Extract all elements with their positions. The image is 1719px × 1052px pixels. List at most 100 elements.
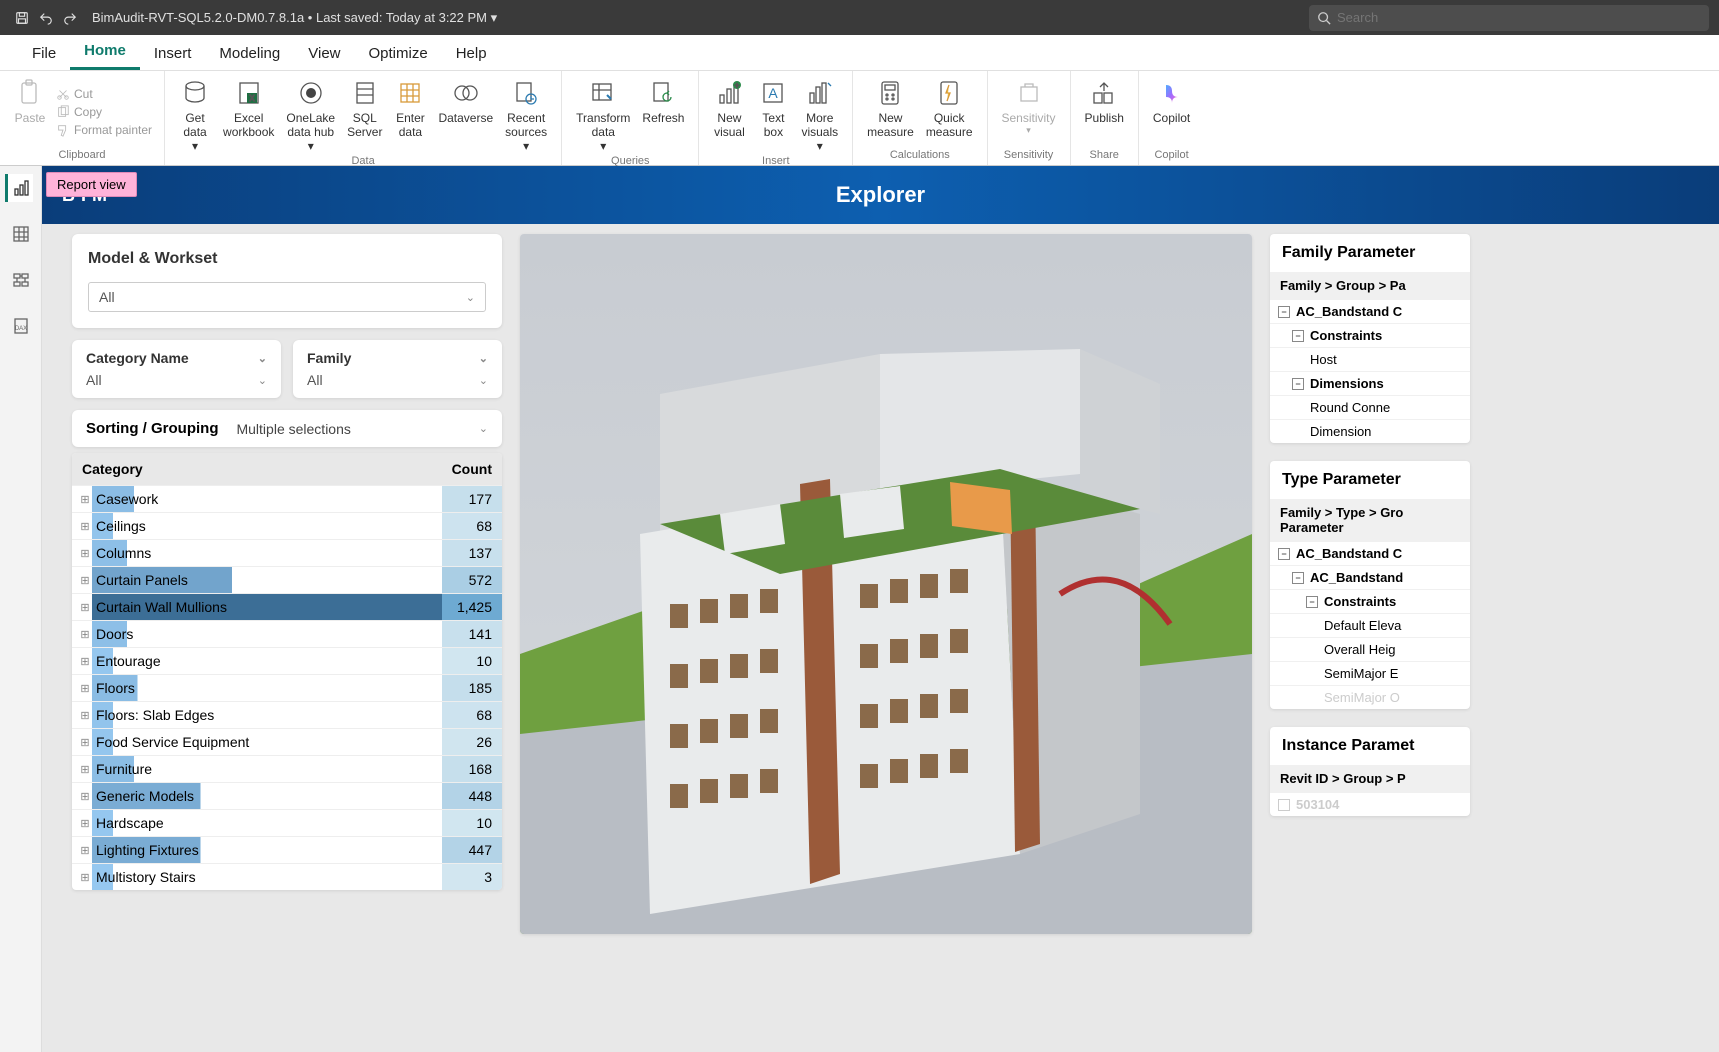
menu-optimize[interactable]: Optimize [355,37,442,70]
onelake-button[interactable]: OneLake data hub▾ [280,75,341,155]
search-box[interactable] [1309,5,1709,31]
expand-icon[interactable]: ⊞ [72,758,92,781]
model-workset-dropdown[interactable]: All⌄ [88,282,486,312]
expand-icon[interactable]: ⊞ [72,839,92,862]
ribbon-group-insert: +New visual AText box More visuals▾ Inse… [699,71,853,165]
table-row[interactable]: ⊞ Columns 137 [72,539,502,566]
model-workset-card: Model & Workset All⌄ [72,234,502,328]
menu-help[interactable]: Help [442,37,501,70]
redo-icon[interactable] [58,6,82,30]
expand-icon[interactable]: ⊞ [72,866,92,889]
undo-icon[interactable] [34,6,58,30]
text-box-button[interactable]: AText box [751,75,795,155]
tree-item[interactable]: Dimension [1270,419,1470,443]
menu-file[interactable]: File [18,37,70,70]
menu-view[interactable]: View [294,37,354,70]
rail-table-view[interactable] [7,220,35,248]
tree-item[interactable]: −Constraints [1270,323,1470,347]
expand-icon[interactable]: ⊞ [72,515,92,538]
tree-item[interactable]: −AC_Bandstand C [1270,299,1470,323]
format-painter-button[interactable]: Format painter [52,121,156,139]
table-header-category[interactable]: Category [82,461,422,477]
expand-icon[interactable]: ⊞ [72,812,92,835]
dataverse-button[interactable]: Dataverse [432,75,499,155]
recent-sources-button[interactable]: Recent sources▾ [499,75,553,155]
new-visual-button[interactable]: +New visual [707,75,751,155]
tree-item[interactable]: Overall Heig [1270,637,1470,661]
category-cell: Entourage [92,648,442,674]
copilot-button[interactable]: Copilot [1147,75,1196,149]
tree-item[interactable]: SemiMajor E [1270,661,1470,685]
tree-item[interactable]: 503104 [1270,792,1470,816]
refresh-button[interactable]: Refresh [636,75,690,155]
rail-report-view[interactable] [5,174,33,202]
chevron-down-icon: ⌄ [466,291,475,304]
copy-button[interactable]: Copy [52,103,156,121]
family-filter-value[interactable]: All⌄ [307,372,488,388]
expand-icon[interactable]: ⊞ [72,704,92,727]
publish-button[interactable]: Publish [1079,75,1130,149]
save-icon[interactable] [10,6,34,30]
expand-icon[interactable]: ⊞ [72,596,92,619]
tree-item[interactable]: Host [1270,347,1470,371]
table-row[interactable]: ⊞ Floors: Slab Edges 68 [72,701,502,728]
table-row[interactable]: ⊞ Casework 177 [72,485,502,512]
publish-icon [1088,77,1120,109]
sorting-dropdown[interactable]: Multiple selections⌄ [236,421,488,437]
tree-item[interactable]: −AC_Bandstand C [1270,541,1470,565]
sensitivity-button[interactable]: Sensitivity▾ [996,75,1062,149]
table-row[interactable]: ⊞ Multistory Stairs 3 [72,863,502,890]
table-row[interactable]: ⊞ Entourage 10 [72,647,502,674]
tree-item[interactable]: Default Eleva [1270,613,1470,637]
category-filter-value[interactable]: All⌄ [86,372,267,388]
expand-icon[interactable]: ⊞ [72,542,92,565]
menu-home[interactable]: Home [70,34,140,70]
rail-dax-view[interactable]: DAX [7,312,35,340]
expand-icon[interactable]: ⊞ [72,569,92,592]
table-row[interactable]: ⊞ Curtain Wall Mullions 1,425 [72,593,502,620]
table-row[interactable]: ⊞ Food Service Equipment 26 [72,728,502,755]
cut-button[interactable]: Cut [52,85,156,103]
expand-icon[interactable]: ⊞ [72,731,92,754]
table-row[interactable]: ⊞ Floors 185 [72,674,502,701]
category-cell: Food Service Equipment [92,729,442,755]
menu-insert[interactable]: Insert [140,37,206,70]
table-row[interactable]: ⊞ Doors 141 [72,620,502,647]
chevron-down-icon[interactable]: ⌄ [258,352,267,365]
excel-button[interactable]: XExcel workbook [217,75,280,155]
tree-item[interactable]: −Dimensions [1270,371,1470,395]
expand-icon[interactable]: ⊞ [72,677,92,700]
quick-measure-button[interactable]: Quick measure [920,75,979,149]
chevron-down-icon: ⌄ [479,422,488,435]
paste-button[interactable]: Paste [8,75,52,149]
count-cell: 177 [442,486,502,512]
category-filter-label: Category Name [86,350,189,366]
transform-data-button[interactable]: Transform data▾ [570,75,636,155]
search-input[interactable] [1337,10,1701,25]
get-data-button[interactable]: Get data▾ [173,75,217,155]
enter-data-button[interactable]: Enter data [388,75,432,155]
more-visuals-button[interactable]: More visuals▾ [795,75,844,155]
table-row[interactable]: ⊞ Generic Models 448 [72,782,502,809]
3d-model-viewer[interactable] [520,234,1252,934]
expand-icon[interactable]: ⊞ [72,488,92,511]
tree-item[interactable]: SemiMajor O [1270,685,1470,709]
new-measure-button[interactable]: New measure [861,75,920,149]
menu-modeling[interactable]: Modeling [205,37,294,70]
tree-item[interactable]: −AC_Bandstand [1270,565,1470,589]
table-row[interactable]: ⊞ Furniture 168 [72,755,502,782]
expand-icon[interactable]: ⊞ [72,785,92,808]
expand-icon[interactable]: ⊞ [72,623,92,646]
tree-item[interactable]: Round Conne [1270,395,1470,419]
table-row[interactable]: ⊞ Ceilings 68 [72,512,502,539]
sql-button[interactable]: SQL Server [341,75,388,155]
table-row[interactable]: ⊞ Lighting Fixtures 447 [72,836,502,863]
expand-icon[interactable]: ⊞ [72,650,92,673]
chevron-down-icon[interactable]: ⌄ [479,352,488,365]
tree-item[interactable]: −Constraints [1270,589,1470,613]
rail-model-view[interactable] [7,266,35,294]
category-table: Category Count ⊞ Casework 177⊞ Ceilings … [72,453,502,890]
table-row[interactable]: ⊞ Curtain Panels 572 [72,566,502,593]
table-header-count[interactable]: Count [422,461,492,477]
table-row[interactable]: ⊞ Hardscape 10 [72,809,502,836]
